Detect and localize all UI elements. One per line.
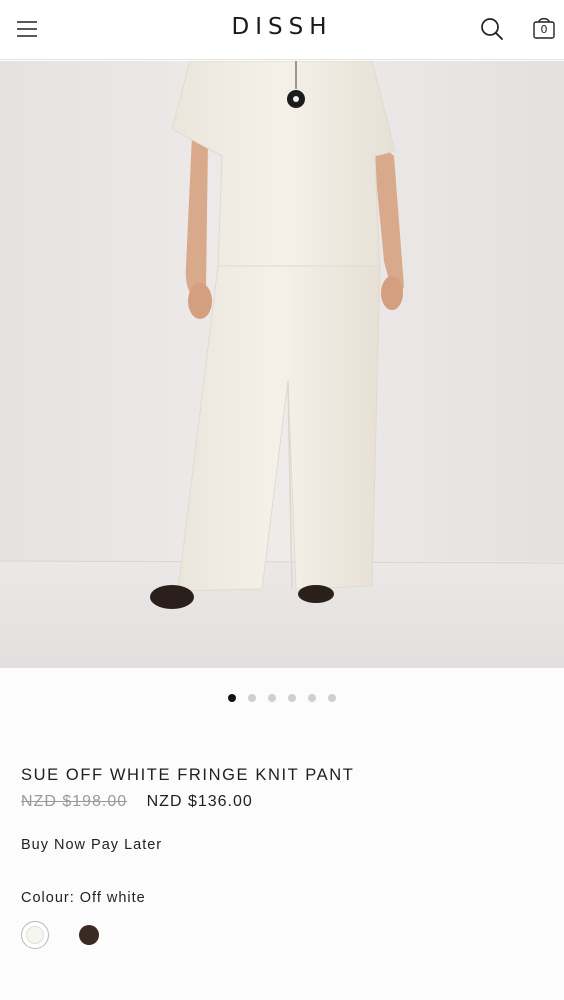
carousel-dot[interactable]: [248, 693, 256, 702]
product-photo: [0, 61, 564, 668]
product-title: SUE OFF WHITE FRINGE KNIT PANT: [21, 766, 355, 784]
swatch-brown[interactable]: [79, 925, 99, 945]
image-carousel-dots: [0, 689, 564, 702]
sale-price: NZD $136.00: [146, 793, 253, 810]
site-header: DISSH 0: [0, 0, 564, 60]
carousel-dot[interactable]: [328, 693, 336, 702]
swatch-off-white[interactable]: [21, 921, 49, 949]
price-row: NZD $198.00 NZD $136.00: [21, 793, 253, 811]
carousel-dot[interactable]: [308, 693, 316, 702]
cart-button[interactable]: 0: [530, 14, 558, 42]
original-price: NZD $198.00: [21, 793, 128, 810]
swatch-off-white-fill: [26, 926, 44, 944]
colour-label: Colour: Off white: [21, 890, 146, 906]
carousel-dot[interactable]: [228, 693, 236, 702]
cart-count-badge: 0: [540, 23, 548, 36]
search-icon: [481, 18, 503, 40]
search-button[interactable]: [478, 15, 506, 43]
product-image[interactable]: [0, 61, 564, 668]
carousel-dot[interactable]: [268, 693, 276, 702]
buy-now-pay-later-link[interactable]: Buy Now Pay Later: [21, 837, 162, 853]
carousel-dot[interactable]: [288, 693, 296, 702]
